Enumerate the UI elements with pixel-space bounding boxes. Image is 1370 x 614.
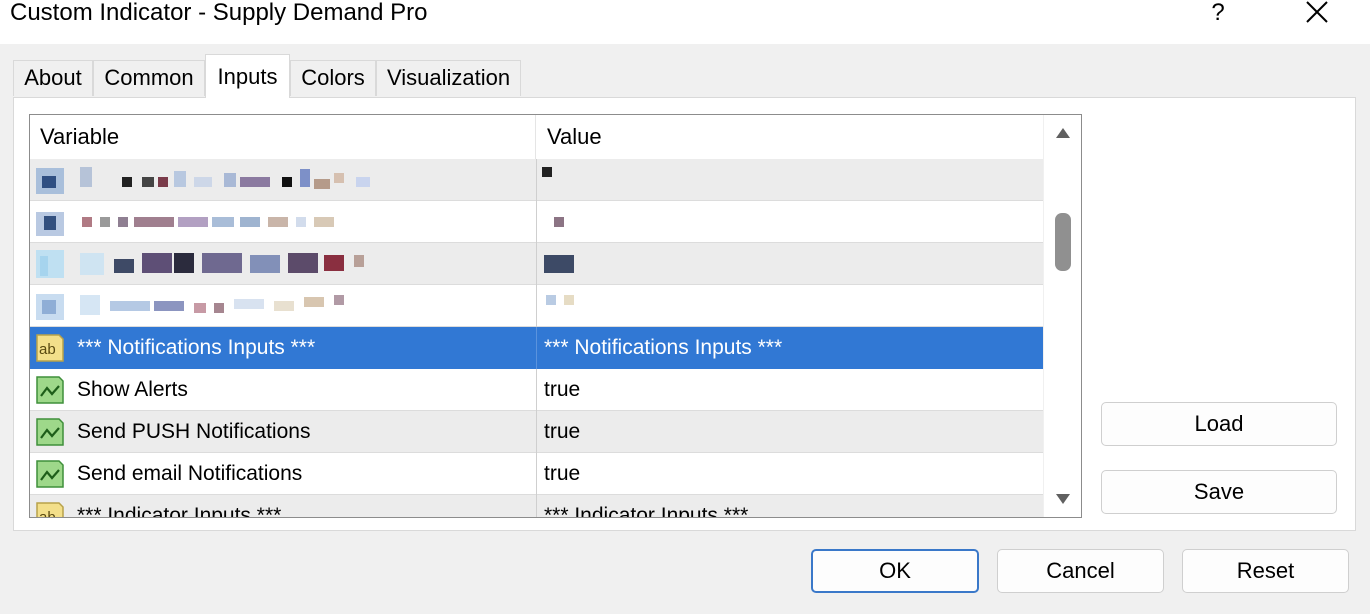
row-variable-label: Send email Notifications [77,462,303,485]
close-button[interactable] [1290,0,1344,26]
obscured-variable [74,159,434,201]
boolean-icon [36,418,64,446]
reset-button[interactable]: Reset [1182,549,1349,593]
table-row-notifications-inputs[interactable]: ab *** Notifications Inputs *** *** Noti… [30,327,1043,369]
close-icon [1306,1,1328,23]
title-bar: Custom Indicator - Supply Demand Pro ? [0,0,1370,44]
boolean-icon [36,376,64,404]
obscured-variable [74,243,434,285]
ok-button[interactable]: OK [811,549,979,593]
obscured-icon [36,212,64,236]
table-row-send-email[interactable]: Send email Notifications true [30,453,1043,495]
obscured-icon [36,250,64,278]
inputs-table[interactable]: Variable Value ab *** Notifications Inpu… [29,114,1082,518]
row-value[interactable]: true [544,411,580,453]
tab-colors[interactable]: Colors [290,60,376,96]
row-value[interactable]: true [544,369,580,411]
column-header-variable[interactable]: Variable [30,115,536,159]
row-variable-label: *** Indicator Inputs *** [77,504,282,518]
obscured-icon [36,168,64,194]
text-ab-icon: ab [36,502,64,518]
table-row-obscured[interactable] [30,201,1043,243]
obscured-value [540,201,600,243]
table-row-obscured[interactable] [30,159,1043,201]
vertical-scrollbar[interactable] [1043,115,1081,517]
obscured-value [540,285,600,327]
table-rows: ab *** Notifications Inputs *** *** Noti… [30,159,1043,518]
tab-inputs[interactable]: Inputs [205,54,290,98]
obscured-variable [74,201,434,243]
table-row-indicator-inputs[interactable]: ab *** Indicator Inputs *** *** Indicato… [30,495,1043,518]
triangle-down-icon [1056,494,1070,504]
row-variable-label: Show Alerts [77,378,188,401]
tab-common[interactable]: Common [93,60,205,96]
row-variable-label: *** Notifications Inputs *** [77,336,316,359]
table-row-show-alerts[interactable]: Show Alerts true [30,369,1043,411]
table-row-send-push[interactable]: Send PUSH Notifications true [30,411,1043,453]
table-row-obscured[interactable] [30,285,1043,327]
row-value[interactable]: *** Indicator Inputs *** [544,495,748,517]
cancel-button[interactable]: Cancel [997,549,1164,593]
help-button[interactable]: ? [1196,0,1240,26]
text-ab-icon: ab [36,334,64,362]
table-header: Variable Value [30,115,1043,160]
save-button[interactable]: Save [1101,470,1337,514]
load-button[interactable]: Load [1101,402,1337,446]
boolean-icon [36,460,64,488]
tab-visualization[interactable]: Visualization [376,60,521,96]
table-row-obscured[interactable] [30,243,1043,285]
obscured-variable [74,285,434,327]
obscured-icon [36,294,64,320]
row-value[interactable]: *** Notifications Inputs *** [544,327,782,369]
triangle-up-icon [1056,128,1070,138]
row-value[interactable]: true [544,453,580,495]
obscured-value [540,159,600,201]
svg-text:ab: ab [39,509,56,518]
scroll-up-button[interactable] [1044,115,1081,151]
obscured-value [540,243,600,285]
scroll-down-button[interactable] [1044,481,1081,517]
scrollbar-thumb[interactable] [1055,213,1071,271]
row-variable-label: Send PUSH Notifications [77,420,311,443]
column-header-value[interactable]: Value [537,115,1043,159]
window-title: Custom Indicator - Supply Demand Pro [10,0,428,26]
tab-about[interactable]: About [13,60,93,96]
tab-strip: About Common Inputs Colors Visualization [0,44,1370,98]
svg-text:ab: ab [39,341,56,358]
